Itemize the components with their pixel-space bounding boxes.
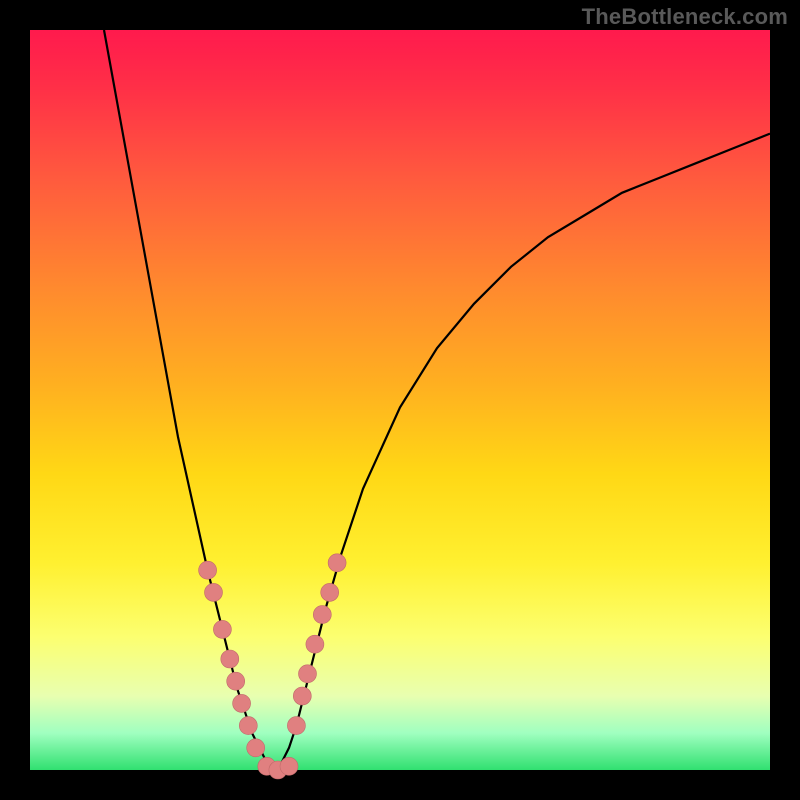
data-marker-left-0 bbox=[199, 561, 217, 579]
curve-left-branch bbox=[104, 30, 274, 770]
data-marker-right-1 bbox=[287, 717, 305, 735]
watermark-text: TheBottleneck.com bbox=[582, 4, 788, 30]
data-marker-left-5 bbox=[233, 694, 251, 712]
chart-overlay bbox=[30, 30, 770, 770]
curve-right-branch bbox=[274, 134, 770, 770]
data-marker-right-5 bbox=[313, 606, 331, 624]
data-marker-right-6 bbox=[321, 583, 339, 601]
data-marker-left-7 bbox=[247, 739, 265, 757]
data-marker-right-2 bbox=[293, 687, 311, 705]
data-marker-left-6 bbox=[239, 717, 257, 735]
data-marker-right-0 bbox=[280, 757, 298, 775]
data-marker-right-3 bbox=[299, 665, 317, 683]
data-marker-left-2 bbox=[213, 620, 231, 638]
data-marker-right-7 bbox=[328, 554, 346, 572]
data-marker-left-4 bbox=[227, 672, 245, 690]
data-marker-left-1 bbox=[205, 583, 223, 601]
data-marker-left-3 bbox=[221, 650, 239, 668]
chart-frame: TheBottleneck.com bbox=[0, 0, 800, 800]
data-marker-right-4 bbox=[306, 635, 324, 653]
